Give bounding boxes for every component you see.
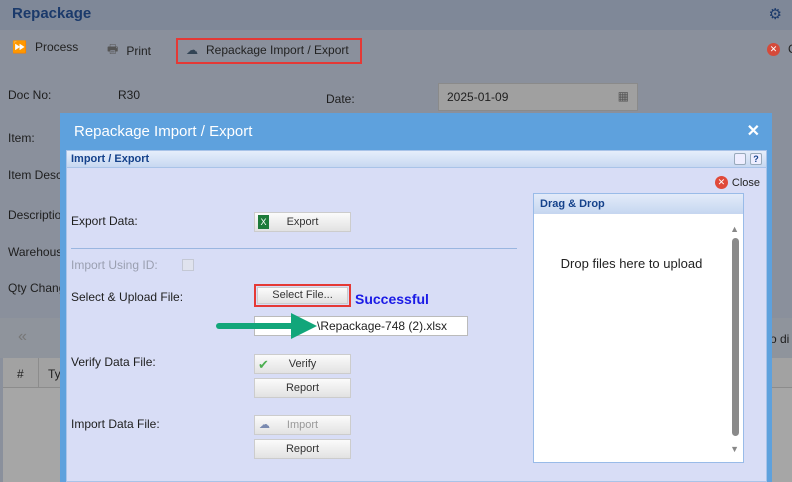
- app-header: Repackage ⚙: [0, 0, 792, 30]
- import-using-id-checkbox[interactable]: [182, 259, 194, 271]
- import-export-dialog: Repackage Import / Export ✕ Import / Exp…: [60, 113, 772, 482]
- export-data-label: Export Data:: [71, 214, 138, 228]
- item-label: Item:: [8, 131, 35, 145]
- import-export-label: Repackage Import / Export: [206, 43, 349, 57]
- calendar-icon[interactable]: ▦: [618, 89, 629, 103]
- date-value: 2025-01-09: [447, 90, 509, 104]
- column-hash: #: [17, 367, 24, 381]
- scroll-up-icon[interactable]: ▲: [730, 224, 739, 234]
- import-label: Import: [286, 419, 319, 431]
- qty-label: Qty Chang: [8, 281, 66, 295]
- import-data-label: Import Data File:: [71, 417, 160, 431]
- process-label: Process: [34, 40, 79, 54]
- upload-status: Successful: [355, 291, 429, 307]
- page-title: Repackage: [12, 5, 92, 22]
- item-desc-label: Item Desc: [8, 168, 63, 182]
- import-report-button[interactable]: Report: [254, 439, 351, 459]
- close-circle-icon: ✕: [714, 176, 728, 189]
- cloud-upload-icon: ☁: [259, 419, 270, 431]
- select-upload-label: Select & Upload File:: [71, 290, 184, 304]
- import-using-id-label: Import Using ID:: [71, 258, 158, 272]
- close-label: Close: [731, 176, 760, 189]
- dialog-close-icon[interactable]: ✕: [747, 121, 760, 141]
- toolbar: ⏩ Process 🖶 Print ☁ Repackage Import / Expo…: [0, 30, 792, 70]
- cloud-sync-icon: ☁: [186, 43, 198, 57]
- scroll-down-icon[interactable]: ▼: [730, 444, 739, 454]
- scrollbar-thumb[interactable]: [732, 238, 739, 436]
- column-divider: [38, 358, 39, 388]
- select-file-button[interactable]: Select File...: [257, 287, 348, 304]
- drag-drop-title: Drag & Drop: [534, 194, 743, 214]
- import-button[interactable]: ☁ Import: [254, 415, 351, 435]
- pager-info: o di: [770, 332, 790, 346]
- excel-icon: X: [258, 215, 269, 229]
- print-button[interactable]: 🖶 Print: [107, 40, 151, 61]
- gear-icon[interactable]: ⚙: [769, 5, 782, 23]
- column-type: Ty: [48, 367, 61, 381]
- close-circle-icon: ✕: [767, 42, 780, 56]
- drop-text: Drop files here to upload: [560, 256, 703, 271]
- help-icon[interactable]: ?: [750, 153, 762, 165]
- settings-icon[interactable]: [734, 153, 746, 165]
- date-field[interactable]: 2025-01-09 ▦: [438, 83, 638, 111]
- export-button[interactable]: X Export: [254, 212, 351, 232]
- verify-label: Verify: [288, 358, 317, 370]
- doc-no-label: Doc No:: [8, 88, 52, 102]
- description-label: Descriptio: [8, 208, 62, 222]
- print-label: Print: [126, 43, 152, 58]
- date-label: Date:: [326, 92, 355, 106]
- close-page-label: C: [788, 42, 792, 56]
- close-page-button[interactable]: ✕C: [767, 42, 792, 56]
- close-button[interactable]: ✕ Close: [714, 176, 760, 189]
- doc-no-value: R30: [118, 88, 141, 102]
- export-label: Export: [286, 216, 319, 228]
- printer-icon: 🖶: [107, 42, 119, 56]
- process-button[interactable]: ⏩ Process: [12, 40, 78, 54]
- dialog-title: Repackage Import / Export: [74, 123, 253, 140]
- divider: [71, 248, 517, 249]
- verify-report-button[interactable]: Report: [254, 378, 351, 398]
- drag-drop-area[interactable]: Drag & Drop Drop files here to upload ▲ …: [533, 193, 744, 463]
- import-export-panel: Import / Export ? ✕ Close Export Data: X E…: [66, 150, 767, 482]
- fast-forward-icon: ⏩: [12, 40, 27, 54]
- panel-title: Import / Export: [71, 153, 150, 165]
- first-page-button[interactable]: «: [18, 328, 27, 346]
- verify-button[interactable]: ✔ Verify: [254, 354, 351, 374]
- warehouse-label: Warehous: [8, 245, 63, 259]
- verify-data-label: Verify Data File:: [71, 355, 156, 369]
- import-export-button[interactable]: ☁ Repackage Import / Export: [186, 43, 349, 57]
- panel-header: Import / Export ?: [67, 151, 766, 168]
- arrow-annotation: [216, 313, 317, 339]
- shield-check-icon: ✔: [258, 357, 269, 372]
